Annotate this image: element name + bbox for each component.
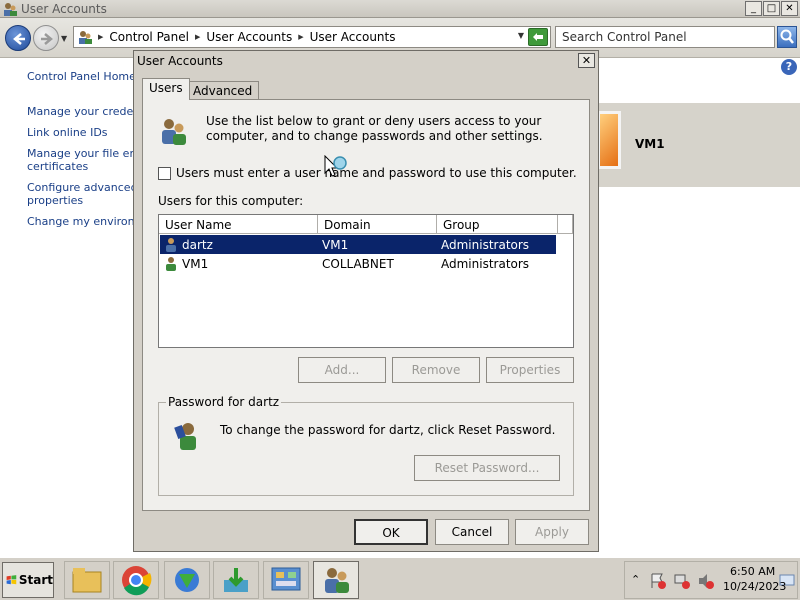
help-icon[interactable]: ? (781, 59, 797, 75)
nav-link-file-encryption-line2[interactable]: certificates (27, 160, 133, 173)
cell-user-name: VM1 (182, 256, 209, 271)
account-picture[interactable] (597, 111, 621, 169)
clock-date[interactable]: 10/24/2023 (723, 580, 786, 593)
reset-password-button[interactable]: Reset Password... (414, 455, 560, 481)
refresh-button[interactable] (528, 28, 548, 46)
user-password-icon (174, 423, 196, 450)
require-login-label[interactable]: Users must enter a user name and passwor… (176, 166, 577, 180)
column-header-domain[interactable]: Domain (318, 215, 437, 234)
breadcrumb-user-accounts-current[interactable]: User Accounts (310, 30, 396, 44)
clock-time[interactable]: 6:50 AM (730, 565, 775, 578)
address-box[interactable]: ▶ Control Panel ▶ User Accounts ▶ User A… (73, 26, 551, 48)
user-icon (166, 257, 176, 271)
password-group (158, 402, 574, 496)
forward-button[interactable] (33, 25, 59, 51)
users-list[interactable]: User Name Domain Group dartz VM1 Adminis… (158, 214, 574, 348)
forward-arrow-icon (41, 33, 53, 45)
cell-domain: COLLABNET (322, 256, 394, 271)
breadcrumb-control-panel[interactable]: Control Panel (109, 30, 189, 44)
dialog-description: Use the list below to grant or deny user… (206, 114, 543, 143)
chevron-right-icon[interactable]: ▶ (98, 33, 103, 41)
close-button[interactable]: ✕ (781, 1, 798, 16)
chrome-icon (122, 566, 152, 596)
globe-download-icon (175, 568, 199, 592)
cell-group: Administrators (441, 256, 530, 271)
volume-muted-icon[interactable] (697, 572, 715, 590)
taskbar: Start ⌃ (0, 557, 800, 600)
nav-link-change-environment[interactable]: Change my environment (27, 215, 133, 228)
back-button[interactable] (5, 25, 31, 51)
minimize-button[interactable]: _ (745, 1, 762, 16)
action-center-flag-icon[interactable] (649, 572, 667, 590)
add-user-button[interactable]: Add... (298, 357, 386, 383)
password-description: To change the password for dartz, click … (220, 423, 556, 437)
window-title: User Accounts (21, 2, 107, 16)
recent-pages-dropdown[interactable]: ▼ (61, 34, 67, 43)
start-button[interactable]: Start (2, 562, 54, 598)
nav-link-file-encryption[interactable]: Manage your file encryption (27, 147, 133, 160)
nav-link-online-ids[interactable]: Link online IDs (27, 126, 133, 139)
busy-cursor-icon (324, 155, 347, 177)
nav-link-control-panel-home[interactable]: Control Panel Home (27, 70, 133, 83)
taskbar-user-accounts[interactable] (313, 561, 359, 599)
install-arrow-icon (224, 568, 248, 592)
nav-link-advanced-properties-line2[interactable]: properties (27, 194, 133, 207)
back-arrow-icon (13, 33, 25, 45)
network-icon[interactable] (673, 572, 691, 590)
cell-group: Administrators (441, 237, 530, 252)
start-label: Start (18, 573, 53, 587)
maximize-button[interactable]: □ (763, 1, 780, 16)
account-name: VM1 (635, 137, 665, 151)
password-group-legend: Password for dartz (166, 395, 282, 409)
dialog-close-button[interactable]: ✕ (578, 53, 595, 68)
users-list-header: User Name Domain Group (159, 215, 573, 234)
remove-user-button[interactable]: Remove (392, 357, 480, 383)
dialog-titlebar: User Accounts ✕ (134, 51, 598, 71)
user-accounts-icon (325, 568, 349, 593)
taskbar-chrome[interactable] (113, 561, 159, 599)
taskbar-control-panel[interactable] (263, 561, 309, 599)
cell-user-name: dartz (182, 237, 213, 252)
search-input[interactable]: Search Control Panel (555, 26, 775, 48)
nav-link-manage-credentials[interactable]: Manage your credentials (27, 105, 133, 118)
table-row[interactable]: VM1 COLLABNET Administrators (160, 254, 556, 273)
search-button[interactable] (777, 26, 797, 48)
ok-button[interactable]: OK (354, 519, 428, 545)
user-accounts-icon (4, 3, 17, 16)
column-header-group[interactable]: Group (437, 215, 558, 234)
taskbar-file-explorer[interactable] (64, 561, 110, 599)
chevron-right-icon[interactable]: ▶ (298, 33, 303, 41)
refresh-icon (533, 33, 543, 41)
show-hidden-icons-button[interactable]: ⌃ (631, 573, 640, 586)
breadcrumb-user-accounts[interactable]: User Accounts (206, 30, 292, 44)
chevron-right-icon[interactable]: ▶ (195, 33, 200, 41)
users-list-label: Users for this computer: (158, 194, 304, 208)
cancel-button[interactable]: Cancel (435, 519, 509, 545)
tab-advanced[interactable]: Advanced (186, 81, 260, 101)
column-header-user-name[interactable]: User Name (159, 215, 318, 234)
apply-button[interactable]: Apply (515, 519, 589, 545)
nav-link-advanced-properties[interactable]: Configure advanced user (27, 181, 133, 194)
taskbar-download-manager[interactable] (164, 561, 210, 599)
user-accounts-dialog: User Accounts ✕ Users Advanced Use the l… (133, 50, 599, 552)
windows-logo-icon (6, 575, 17, 585)
column-header-spacer (558, 215, 573, 234)
control-panel-icon (79, 31, 92, 44)
tab-users[interactable]: Users (142, 78, 190, 100)
window-titlebar: User Accounts _ □ ✕ (0, 0, 800, 18)
cell-domain: VM1 (322, 237, 349, 252)
search-icon (780, 29, 794, 44)
taskbar-installer[interactable] (213, 561, 259, 599)
control-panel-icon (271, 567, 301, 591)
table-row[interactable]: dartz VM1 Administrators (160, 235, 556, 254)
dialog-title: User Accounts (137, 54, 223, 68)
address-dropdown[interactable]: ▼ (518, 31, 524, 40)
properties-button[interactable]: Properties (486, 357, 574, 383)
user-icon (166, 238, 176, 252)
account-panel: VM1 (597, 103, 800, 187)
users-group-icon (162, 119, 186, 145)
require-login-checkbox[interactable] (158, 167, 171, 180)
folder-icon (72, 568, 102, 593)
